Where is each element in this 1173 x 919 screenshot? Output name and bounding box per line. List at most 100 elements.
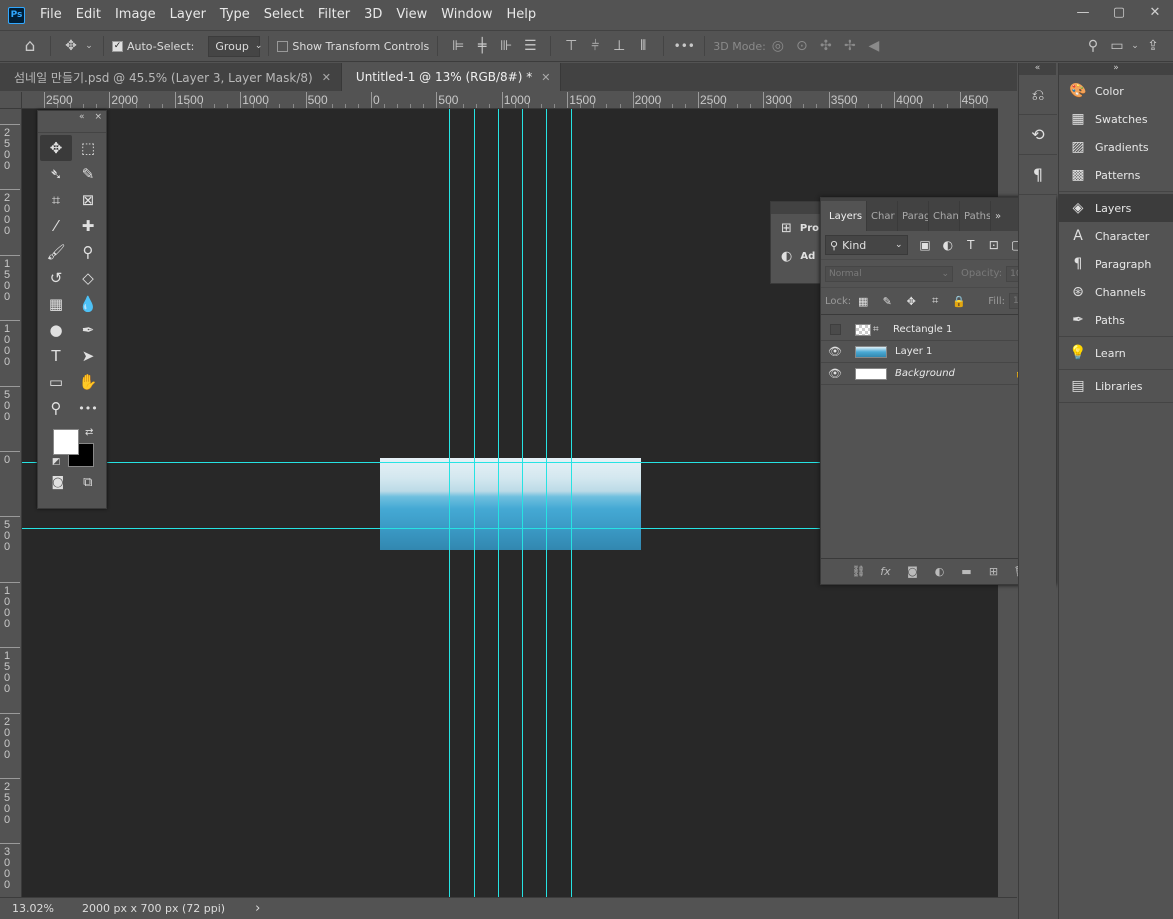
tab-paragraph[interactable]: Parag xyxy=(898,201,929,231)
lasso-tool-icon[interactable]: ➴ xyxy=(40,161,72,187)
tab-layers[interactable]: Layers xyxy=(821,201,867,231)
auto-select-checkbox[interactable]: ✓ Auto-Select: xyxy=(112,40,194,53)
status-menu-arrow[interactable]: › xyxy=(255,901,260,916)
menu-layer[interactable]: Layer xyxy=(163,0,213,30)
gradient-tool-icon[interactable]: ▦ xyxy=(40,291,72,317)
panel-libraries[interactable]: ▤ Libraries xyxy=(1059,372,1173,400)
tab-thumbnail-psd[interactable]: 섬네일 만들기.psd @ 45.5% (Layer 3, Layer Mask… xyxy=(0,63,342,91)
3d-orbit-icon[interactable]: ◎ xyxy=(766,38,790,54)
tab-channels[interactable]: Chan xyxy=(929,201,960,231)
more-options-button[interactable]: ••• xyxy=(672,39,696,53)
search-icon[interactable]: ⚲ xyxy=(1081,38,1105,54)
quick-select-tool-icon[interactable]: ✎ xyxy=(72,161,104,187)
home-icon[interactable]: ⌂ xyxy=(18,36,42,56)
filter-type-icon[interactable]: T xyxy=(959,238,982,252)
collapse-icon[interactable]: « xyxy=(79,112,85,122)
screen-mode-icon[interactable]: ⧉ xyxy=(83,475,92,490)
menu-help[interactable]: Help xyxy=(500,0,544,30)
share-icon[interactable]: ⇪ xyxy=(1141,38,1165,54)
3d-roll-icon[interactable]: ⊙ xyxy=(790,38,814,54)
auto-select-target-dropdown[interactable]: Group ⌄ xyxy=(208,35,262,57)
blend-mode-dropdown[interactable]: Normal ⌄ xyxy=(825,265,953,282)
lock-transparent-icon[interactable]: ▦ xyxy=(851,295,875,308)
panel-paragraph[interactable]: ¶ Paragraph xyxy=(1059,250,1173,278)
close-icon[interactable]: ✕ xyxy=(541,71,550,84)
history-icon[interactable]: ⎌ xyxy=(1019,75,1057,115)
show-transform-controls-checkbox[interactable]: Show Transform Controls xyxy=(277,40,429,53)
visibility-toggle[interactable] xyxy=(821,324,849,335)
marquee-tool-icon[interactable]: ⬚ xyxy=(72,135,104,161)
more-tabs-icon[interactable]: » xyxy=(991,201,1013,231)
frame-tool-icon[interactable]: ⊠ xyxy=(72,187,104,213)
rotate-icon[interactable]: ⟲ xyxy=(1019,115,1057,155)
menu-view[interactable]: View xyxy=(389,0,434,30)
zoom-tool-icon[interactable]: ⚲ xyxy=(40,395,72,421)
align-left-icon[interactable]: ⊫ xyxy=(446,38,470,54)
panel-learn[interactable]: 💡 Learn xyxy=(1059,339,1173,367)
eraser-tool-icon[interactable]: ◇ xyxy=(72,265,104,291)
3d-slide-icon[interactable]: ✢ xyxy=(838,38,862,54)
crop-tool-icon[interactable]: ⌗ xyxy=(40,187,72,213)
folder-icon[interactable]: ▬ xyxy=(956,565,977,578)
tab-paths[interactable]: Paths xyxy=(960,201,991,231)
panel-gradients[interactable]: ▨ Gradients xyxy=(1059,133,1173,161)
lock-all-icon[interactable]: 🔒 xyxy=(947,295,971,308)
hand-tool-icon[interactable]: ✋ xyxy=(72,369,104,395)
blur-tool-icon[interactable]: 💧 xyxy=(72,291,104,317)
collapse-icon[interactable]: » xyxy=(1059,63,1173,75)
type-tool-icon[interactable]: T xyxy=(40,343,72,369)
edit-toolbar-button[interactable]: ••• xyxy=(72,395,104,421)
menu-image[interactable]: Image xyxy=(108,0,163,30)
layer-row-rectangle-1[interactable]: ⌗ Rectangle 1 xyxy=(821,319,1041,341)
menu-file[interactable]: File xyxy=(33,0,69,30)
mask-icon[interactable]: ◙ xyxy=(902,565,923,578)
panel-channels[interactable]: ⊛ Channels xyxy=(1059,278,1173,306)
panel-paths[interactable]: ✒ Paths xyxy=(1059,306,1173,334)
move-tool-icon[interactable]: ✥ xyxy=(40,135,72,161)
menu-3d[interactable]: 3D xyxy=(357,0,389,30)
menu-window[interactable]: Window xyxy=(434,0,499,30)
foreground-color-swatch[interactable] xyxy=(53,429,79,455)
eye-icon[interactable]: 👁 xyxy=(821,367,849,380)
path-selection-tool-icon[interactable]: ➤ xyxy=(72,343,104,369)
close-window-button[interactable]: ✕ xyxy=(1137,0,1173,24)
clone-stamp-tool-icon[interactable]: ⚲ xyxy=(72,239,104,265)
horizontal-ruler[interactable]: 2500 2000 1500 1000 500 0 500 1000 1500 2000 2500 3… xyxy=(22,92,998,109)
menu-select[interactable]: Select xyxy=(257,0,311,30)
align-middle-icon[interactable]: ⫩ xyxy=(583,38,607,54)
lock-position-icon[interactable]: ✥ xyxy=(899,295,923,308)
zoom-level[interactable]: 13.02% xyxy=(12,902,82,915)
lock-artboard-icon[interactable]: ⌗ xyxy=(923,294,947,308)
close-icon[interactable]: × xyxy=(94,112,102,122)
new-layer-icon[interactable]: ⊞ xyxy=(983,565,1004,578)
panel-layers[interactable]: ◈ Layers xyxy=(1059,194,1173,222)
close-icon[interactable]: ✕ xyxy=(322,71,331,84)
toolbox-grip[interactable] xyxy=(38,123,106,133)
distribute-vertical-icon[interactable]: ⫴ xyxy=(631,38,655,54)
eye-icon[interactable]: 👁 xyxy=(821,345,849,358)
dodge-tool-icon[interactable]: ● xyxy=(40,317,72,343)
document-image[interactable] xyxy=(380,458,641,550)
rectangle-tool-icon[interactable]: ▭ xyxy=(40,369,72,395)
distribute-icon[interactable]: ☰ xyxy=(518,38,542,54)
quick-mask-icon[interactable]: ◙ xyxy=(52,475,65,490)
layer-row-background[interactable]: 👁 Background 🔒 xyxy=(821,363,1041,385)
panel-swatches[interactable]: ▦ Swatches xyxy=(1059,105,1173,133)
guide-vertical[interactable] xyxy=(449,109,450,897)
filter-kind-dropdown[interactable]: ⚲ Kind ⌄ xyxy=(825,235,908,255)
3d-drag-icon[interactable]: ✣ xyxy=(814,38,838,54)
fx-icon[interactable]: fx xyxy=(875,565,896,578)
move-tool-preset-icon[interactable]: ✥ xyxy=(59,38,83,54)
layer-name[interactable]: Rectangle 1 xyxy=(893,324,952,335)
maximize-button[interactable]: ▢ xyxy=(1101,0,1137,24)
align-bottom-icon[interactable]: ⊥ xyxy=(607,38,631,54)
adjustment-icon[interactable]: ◐ xyxy=(929,565,950,578)
vertical-ruler[interactable]: 2500 2000 1500 1000 500 0 500 1000 1500 2000 2500 3… xyxy=(0,109,22,897)
menu-filter[interactable]: Filter xyxy=(311,0,357,30)
guide-vertical[interactable] xyxy=(571,109,572,897)
layer-name[interactable]: Layer 1 xyxy=(895,346,932,357)
menu-type[interactable]: Type xyxy=(213,0,257,30)
chevron-down-icon[interactable]: ⌄ xyxy=(83,41,95,51)
panel-color[interactable]: 🎨 Color xyxy=(1059,77,1173,105)
link-icon[interactable]: ⛓ xyxy=(848,565,869,578)
